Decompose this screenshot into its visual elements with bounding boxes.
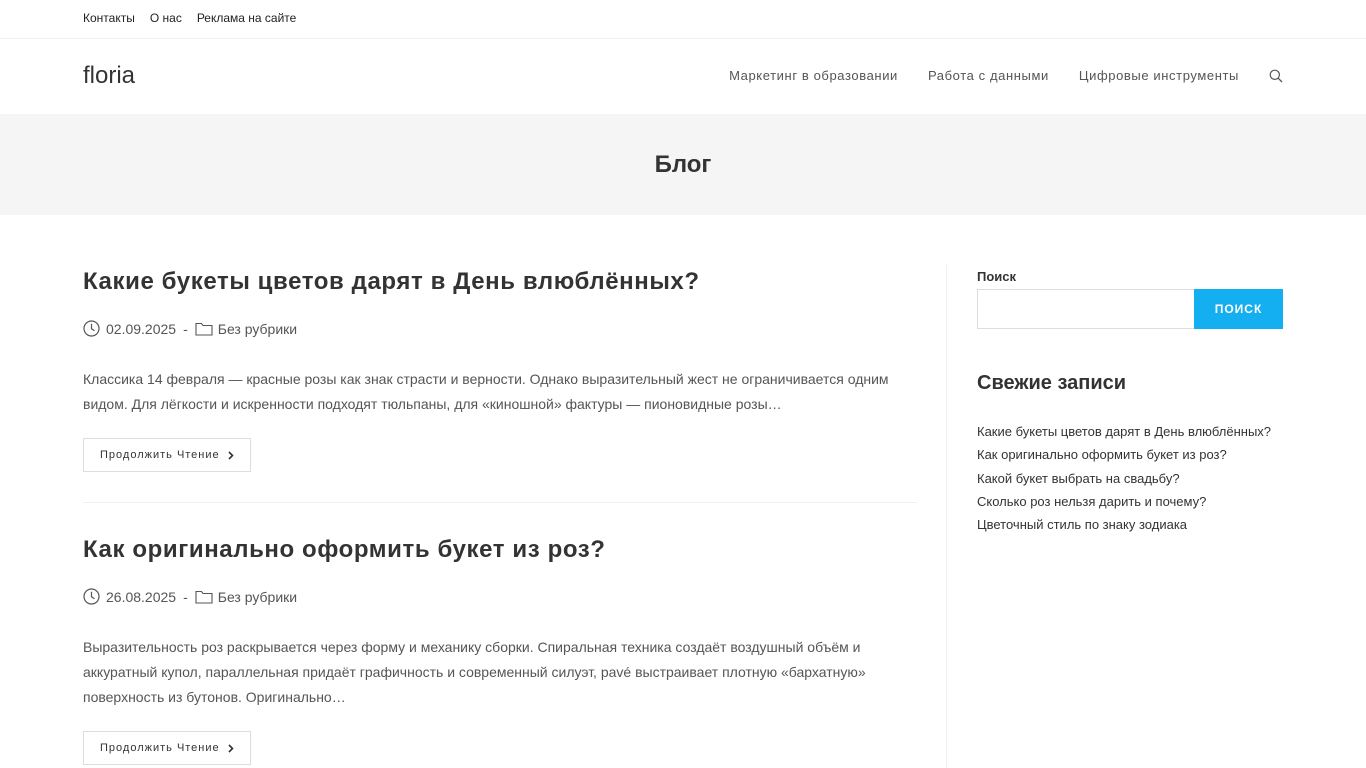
site-header: floria Маркетинг в образовании Работа с … xyxy=(0,39,1366,114)
recent-posts-title: Свежие записи xyxy=(977,372,1127,394)
search-input[interactable] xyxy=(977,289,1195,329)
recent-posts-list: Какие букеты цветов дарят в День влюблён… xyxy=(977,420,1271,536)
page-header: Блог xyxy=(0,114,1366,215)
recent-post-link[interactable]: Сколько роз нельзя дарить и почему? xyxy=(977,490,1271,513)
post-meta: 02.09.2025 - Без рубрики xyxy=(83,320,297,337)
sidebar-divider xyxy=(946,265,947,768)
post-date: 02.09.2025 xyxy=(106,320,177,337)
post-date: 26.08.2025 xyxy=(106,588,177,605)
post-category[interactable]: Без рубрики xyxy=(218,321,297,337)
chevron-right-icon xyxy=(228,743,234,753)
nav-item-marketing[interactable]: Маркетинг в образовании xyxy=(729,68,898,83)
search-icon[interactable] xyxy=(1269,69,1283,83)
post-excerpt: Выразительность роз раскрывается через ф… xyxy=(83,639,866,705)
post-divider xyxy=(83,502,917,503)
search-label: Поиск xyxy=(977,269,1017,284)
read-more-label: Продолжить Чтение xyxy=(100,742,220,754)
meta-separator: - xyxy=(183,588,188,605)
recent-post-link[interactable]: Какие букеты цветов дарят в День влюблён… xyxy=(977,420,1271,443)
recent-post-link[interactable]: Какой букет выбрать на свадьбу? xyxy=(977,467,1271,490)
top-link-advertising[interactable]: Реклама на сайте xyxy=(197,11,297,25)
post-title[interactable]: Какие букеты цветов дарят в День влюблён… xyxy=(83,268,700,296)
top-bar-menu: Контакты О нас Реклама на сайте xyxy=(83,11,296,25)
page-title: Блог xyxy=(654,151,712,178)
post-excerpt: Классика 14 февраля — красные розы как з… xyxy=(83,371,889,412)
chevron-right-icon xyxy=(228,450,234,460)
recent-post-link[interactable]: Как оригинально оформить букет из роз? xyxy=(977,443,1271,466)
folder-icon xyxy=(195,590,213,604)
post-meta: 26.08.2025 - Без рубрики xyxy=(83,588,297,605)
nav-item-data[interactable]: Работа с данными xyxy=(928,68,1049,83)
search-button[interactable]: ПОИСК xyxy=(1194,289,1283,329)
clock-icon xyxy=(83,588,100,605)
post-category[interactable]: Без рубрики xyxy=(218,589,297,605)
meta-separator: - xyxy=(183,320,188,337)
recent-post-link[interactable]: Цветочный стиль по знаку зодиака xyxy=(977,513,1271,536)
clock-icon xyxy=(83,320,100,337)
top-bar: Контакты О нас Реклама на сайте xyxy=(0,0,1366,39)
folder-icon xyxy=(195,322,213,336)
main-nav: Маркетинг в образовании Работа с данными… xyxy=(729,68,1283,83)
top-link-contacts[interactable]: Контакты xyxy=(83,11,135,25)
read-more-label: Продолжить Чтение xyxy=(100,449,220,461)
nav-item-digital-tools[interactable]: Цифровые инструменты xyxy=(1079,68,1239,83)
site-logo[interactable]: floria xyxy=(83,62,135,90)
top-link-about[interactable]: О нас xyxy=(150,11,182,25)
read-more-button[interactable]: Продолжить Чтение xyxy=(83,731,251,765)
read-more-button[interactable]: Продолжить Чтение xyxy=(83,438,251,472)
post-title[interactable]: Как оригинально оформить букет из роз? xyxy=(83,536,606,564)
